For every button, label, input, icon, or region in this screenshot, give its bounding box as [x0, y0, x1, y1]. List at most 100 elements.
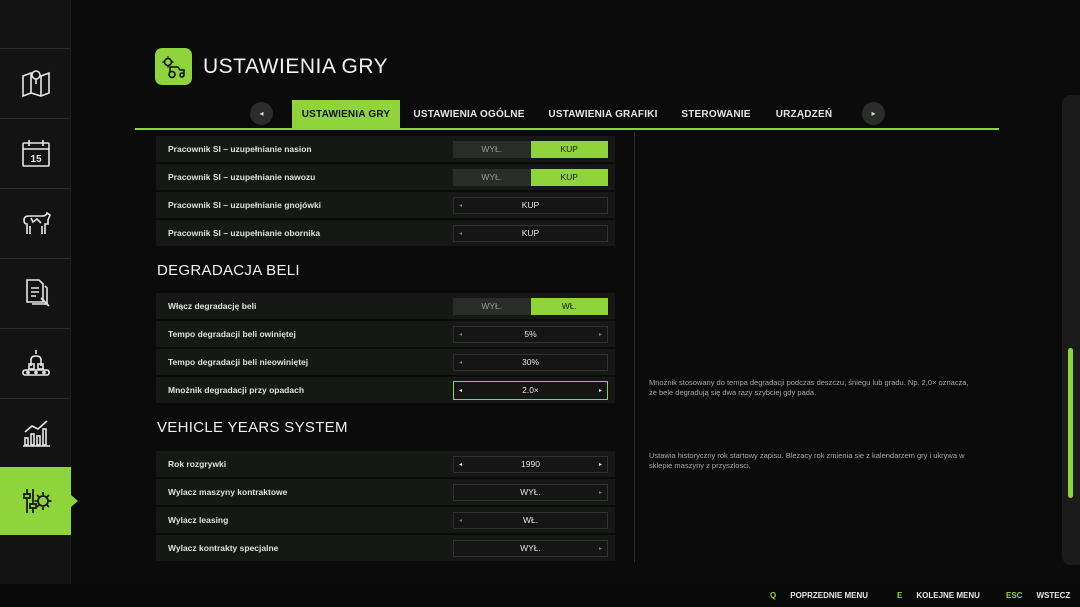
- header-logo: [155, 48, 192, 85]
- hint-label: KOLEJNE MENU: [916, 591, 980, 600]
- selector-value: 30%: [521, 357, 539, 367]
- section-title-bale-degradation: DEGRADACJA BELI: [157, 262, 300, 279]
- selector-left-arrow[interactable]: ◂: [459, 327, 462, 342]
- wrapped-bale-rate-selector[interactable]: ◂ 5% ▸: [453, 325, 608, 343]
- sidebar-item-settings[interactable]: [0, 467, 78, 535]
- selector-right-arrow[interactable]: ▸: [599, 382, 602, 399]
- hint-key: E: [897, 591, 903, 600]
- toggle-option-buy[interactable]: KUP: [530, 168, 608, 186]
- rain-multiplier-selector[interactable]: ◂ 2.0× ▸: [453, 380, 608, 400]
- setting-label: Tempo degradacji beli nieowiniętej: [168, 357, 309, 367]
- tab-next-button[interactable]: ▸: [862, 102, 885, 125]
- setting-row: Pracownik SI – uzupełnianie nasion WYŁ. …: [156, 136, 615, 162]
- toggle-option-off[interactable]: WYŁ.: [453, 298, 531, 315]
- description-bale-multiplier: Mnożnik stosowany do tempa degradacji po…: [649, 378, 969, 397]
- setting-row: Mnożnik degradacji przy opadach ◂ 2.0× ▸: [156, 377, 615, 403]
- setting-label: Rok rozgrywki: [168, 459, 227, 469]
- game-year-selector[interactable]: ◂ 1990 ▸: [453, 455, 608, 473]
- selector-right-arrow[interactable]: ▸: [599, 327, 602, 342]
- sidebar-item-contracts[interactable]: [0, 258, 71, 326]
- selector-value: WYŁ.: [520, 487, 541, 497]
- bale-degradation-toggle[interactable]: WYŁ. WŁ.: [453, 297, 608, 315]
- selector-value: WŁ.: [522, 515, 539, 525]
- setting-label: Pracownik SI – uzupełnianie nawozu: [168, 172, 316, 182]
- tractor-gear-icon: [162, 56, 185, 78]
- setting-row: Tempo degradacji beli nieowiniętej ◂ 30%: [156, 349, 615, 375]
- page-title: USTAWIENIA GRY: [203, 55, 389, 78]
- setting-row: Włącz degradację beli WYŁ. WŁ.: [156, 293, 615, 319]
- tab-prev-button[interactable]: ◂: [250, 102, 273, 125]
- setting-label: Włącz degradację beli: [168, 301, 257, 311]
- special-contracts-selector[interactable]: WYŁ. ▸: [453, 539, 608, 557]
- setting-label: Mnożnik degradacji przy opadach: [168, 385, 305, 395]
- sidebar-item-statistics[interactable]: [0, 398, 71, 466]
- toggle-option-off[interactable]: WYŁ.: [453, 141, 531, 158]
- tab-devices[interactable]: URZĄDZEŃ: [765, 100, 843, 128]
- setting-row: Pracownik SI – uzupełnianie obornika ◂ K…: [156, 220, 615, 246]
- hint-label: POPRZEDNIE MENU: [790, 591, 869, 600]
- selector-value: KUP: [521, 228, 540, 238]
- fertilizer-refill-toggle[interactable]: WYŁ. KUP: [453, 168, 608, 186]
- statistics-icon: [22, 419, 50, 447]
- calendar-icon: 15: [21, 139, 50, 167]
- hint-key: ESC: [1006, 591, 1023, 600]
- tab-controls[interactable]: STEROWANIE: [675, 100, 757, 128]
- setting-row: Tempo degradacji beli owiniętej ◂ 5% ▸: [156, 321, 615, 347]
- selector-value: KUP: [521, 200, 540, 210]
- tab-general-settings[interactable]: USTAWIENIA OGÓLNE: [407, 100, 531, 128]
- selector-left-arrow[interactable]: ◂: [459, 457, 462, 472]
- map-icon: [21, 69, 50, 97]
- documents-icon: [25, 278, 50, 307]
- setting-row: Pracownik SI – uzupełnianie gnojówki ◂ K…: [156, 192, 615, 218]
- setting-row: Wylacz kontrakty specjalne WYŁ. ▸: [156, 535, 615, 561]
- hint-key: Q: [770, 591, 777, 600]
- section-title-vehicle-years: VEHICLE YEARS SYSTEM: [157, 419, 348, 436]
- slurry-refill-selector[interactable]: ◂ KUP: [453, 196, 608, 214]
- scrollbar-thumb[interactable]: [1068, 348, 1073, 498]
- selector-left-arrow[interactable]: ◂: [459, 355, 462, 370]
- production-icon: [21, 349, 50, 376]
- selector-value: 2.0×: [522, 385, 539, 395]
- sidebar-item-calendar[interactable]: 15: [0, 118, 71, 186]
- selector-value: 5%: [524, 329, 537, 339]
- selector-left-arrow[interactable]: ◂: [459, 513, 462, 528]
- calendar-day-label: 15: [30, 154, 42, 165]
- selector-right-arrow[interactable]: ▸: [599, 485, 602, 500]
- unwrapped-bale-rate-selector[interactable]: ◂ 30%: [453, 353, 608, 371]
- toggle-option-off[interactable]: WYŁ.: [453, 169, 531, 186]
- setting-label: Wylacz kontrakty specjalne: [168, 543, 279, 553]
- selector-value: WYŁ.: [520, 543, 541, 553]
- setting-label: Pracownik SI – uzupełnianie nasion: [168, 144, 312, 154]
- setting-row: Rok rozgrywki ◂ 1990 ▸: [156, 451, 615, 477]
- selector-left-arrow[interactable]: ◂: [459, 198, 462, 213]
- setting-label: Pracownik SI – uzupełnianie gnojówki: [168, 200, 322, 210]
- hint-next-menu[interactable]: E KOLEJNE MENU: [897, 591, 980, 600]
- sidebar-item-map[interactable]: [0, 48, 71, 116]
- toggle-option-on[interactable]: WŁ.: [530, 297, 608, 315]
- sidebar-item-production[interactable]: [0, 328, 71, 396]
- setting-row: Pracownik SI – uzupełnianie nawozu WYŁ. …: [156, 164, 615, 190]
- tab-game-settings[interactable]: USTAWIENIA GRY: [292, 100, 400, 128]
- sidebar-item-animals[interactable]: [0, 188, 71, 256]
- tab-bar: ◂ USTAWIENIA GRY USTAWIENIA OGÓLNE USTAW…: [135, 98, 999, 130]
- setting-label: Wylacz leasing: [168, 515, 229, 525]
- selector-value: 1990: [521, 459, 540, 469]
- hint-label: WSTECZ: [1036, 591, 1071, 600]
- cow-icon: [22, 211, 51, 234]
- seed-refill-toggle[interactable]: WYŁ. KUP: [453, 140, 608, 158]
- selector-right-arrow[interactable]: ▸: [599, 457, 602, 472]
- description-game-year: Ustawia historyczny rok startowy zapisu.…: [649, 451, 965, 470]
- hint-previous-menu[interactable]: Q POPRZEDNIE MENU: [770, 591, 868, 600]
- panel-divider: [634, 132, 635, 562]
- setting-label: Wylacz maszyny kontraktowe: [168, 487, 288, 497]
- selector-right-arrow[interactable]: ▸: [599, 541, 602, 556]
- hint-back[interactable]: ESC WSTECZ: [1006, 591, 1070, 600]
- selector-left-arrow[interactable]: ◂: [459, 382, 462, 399]
- selector-left-arrow[interactable]: ◂: [459, 226, 462, 241]
- contract-machines-selector[interactable]: WYŁ. ▸: [453, 483, 608, 501]
- manure-refill-selector[interactable]: ◂ KUP: [453, 224, 608, 242]
- leasing-selector[interactable]: ◂ WŁ.: [453, 511, 608, 529]
- toggle-option-buy[interactable]: KUP: [530, 140, 608, 158]
- setting-label: Pracownik SI – uzupełnianie obornika: [168, 228, 321, 238]
- tab-graphics-settings[interactable]: USTAWIENIA GRAFIKI: [539, 100, 667, 128]
